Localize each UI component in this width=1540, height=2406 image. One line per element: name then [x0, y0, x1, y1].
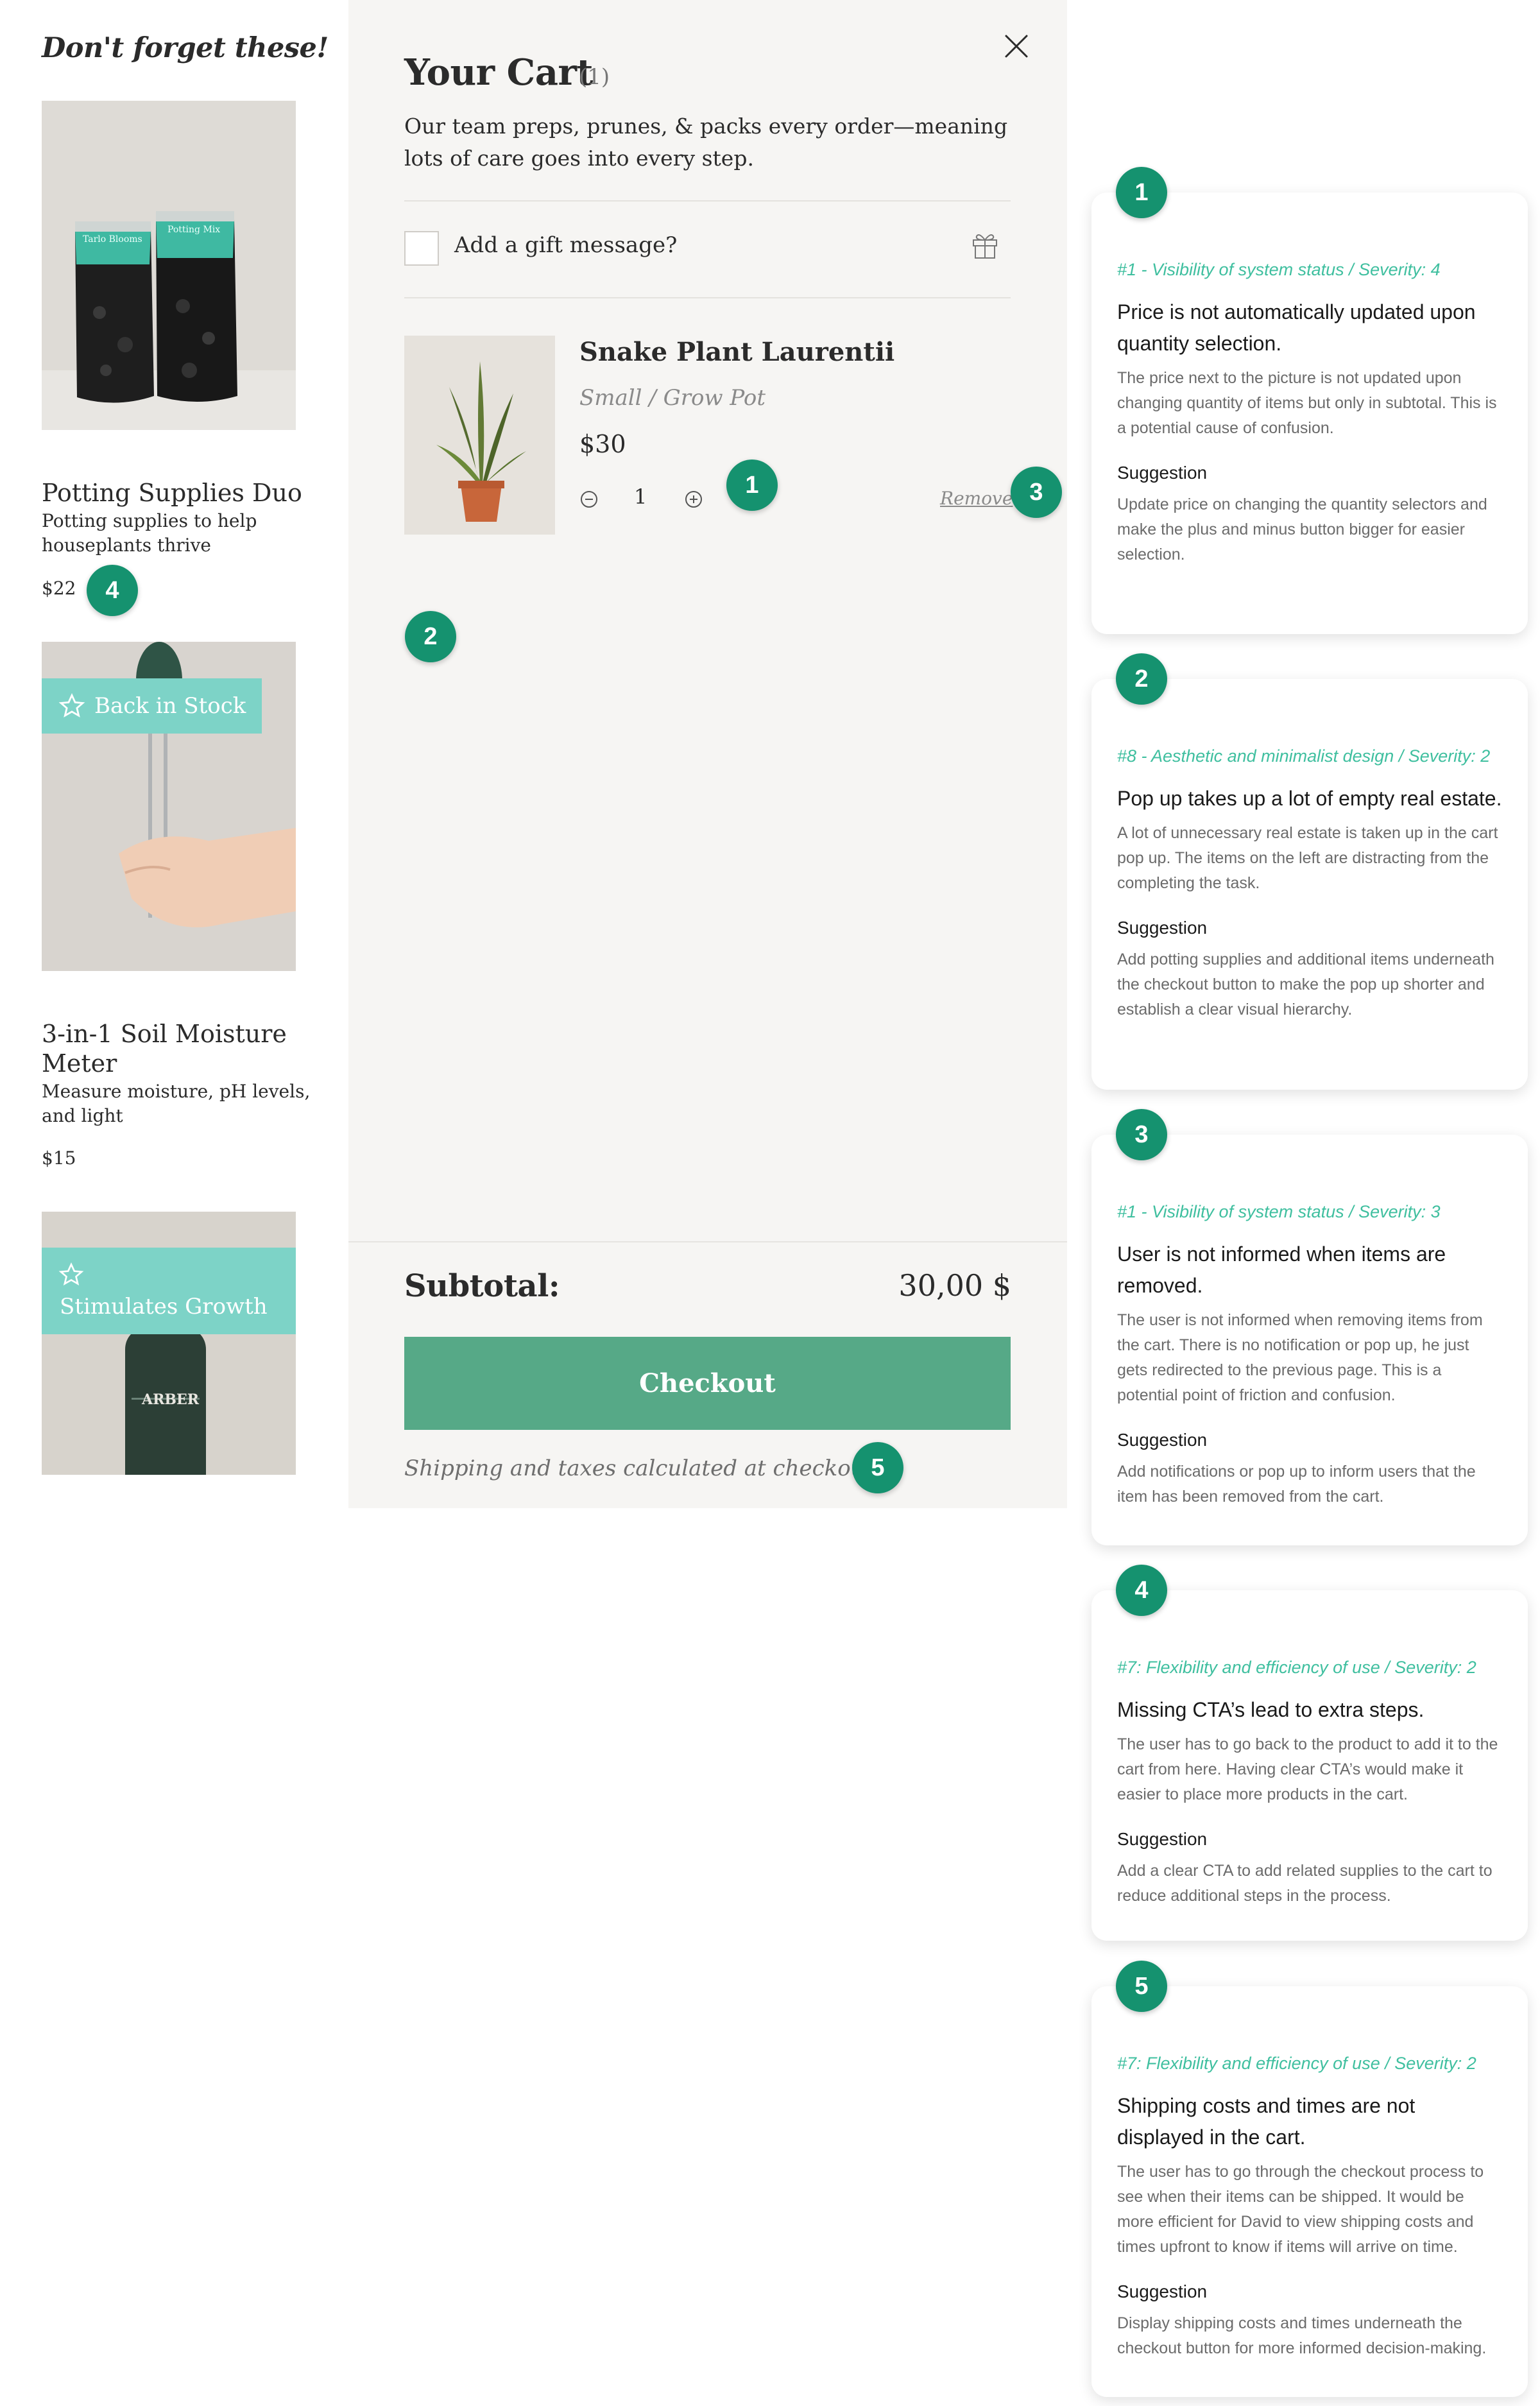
- remove-item-link[interactable]: Remove: [940, 488, 1013, 509]
- card-heuristic: #1 - Visibility of system status / Sever…: [1117, 260, 1441, 279]
- card-suggestion-label: Suggestion: [1117, 1829, 1208, 1849]
- snake-plant-illustration: [404, 336, 555, 535]
- card-marker: 3: [1116, 1109, 1167, 1160]
- back-in-stock-badge: Back in Stock: [42, 678, 262, 734]
- card-body: The user has to go through the checkout …: [1117, 2163, 1484, 2256]
- heuristic-card-3: 3 #1 - Visibility of system status / Sev…: [1091, 1109, 1528, 1545]
- divider: [348, 1241, 1067, 1242]
- product-name[interactable]: 3-in-1 Soil Moisture Meter: [42, 1019, 311, 1078]
- card-heuristic: #8 - Aesthetic and minimalist design / S…: [1117, 746, 1491, 766]
- card-suggestion-label: Suggestion: [1117, 463, 1208, 483]
- gift-message-label[interactable]: Add a gift message?: [454, 232, 677, 258]
- card-marker: 5: [1116, 1961, 1167, 2012]
- marker-5: 5: [852, 1442, 903, 1493]
- card-body: The user is not informed when removing i…: [1117, 1311, 1483, 1404]
- bottle-label: ARBER: [142, 1391, 199, 1408]
- heuristic-card-1: 1 #1 - Visibility of system status / Sev…: [1091, 167, 1528, 634]
- product-name[interactable]: Potting Supplies Duo: [42, 478, 311, 508]
- card-heuristic: #7: Flexibility and efficiency of use / …: [1117, 2054, 1476, 2073]
- bag-label-right: Potting Mix: [167, 225, 221, 235]
- gift-icon: [973, 234, 997, 259]
- card-body: A lot of unnecessary real estate is take…: [1117, 824, 1498, 892]
- badge-label: Stimulates Growth: [60, 1294, 268, 1319]
- potting-supplies-image[interactable]: Tarlo Blooms Potting Mix: [42, 101, 296, 430]
- subtotal-value: 30,00 $: [898, 1268, 1011, 1303]
- heuristic-card-2: 2 #8 - Aesthetic and minimalist design /…: [1091, 653, 1528, 1090]
- card-body: The user has to go back to the product t…: [1117, 1735, 1498, 1803]
- gift-message-checkbox[interactable]: [404, 231, 439, 266]
- subtotal-label: Subtotal:: [404, 1268, 560, 1304]
- card-suggestion: Add notifications or pop up to inform us…: [1117, 1463, 1476, 1506]
- divider: [404, 200, 1011, 202]
- cart-count: (1): [579, 64, 610, 90]
- potting-bags-illustration: [42, 101, 296, 430]
- marker-2: 2: [405, 611, 456, 662]
- card-body: The price next to the picture is not upd…: [1117, 369, 1497, 437]
- cart-item-image[interactable]: [404, 336, 555, 535]
- card-suggestion-label: Suggestion: [1117, 918, 1208, 938]
- card-suggestion: Add potting supplies and additional item…: [1117, 950, 1494, 1018]
- recommendations-sidebar: Don't forget these! Tarlo Blooms Potting…: [0, 0, 348, 1508]
- card-title: Missing CTA’s lead to extra steps.: [1117, 1698, 1425, 1721]
- marker-3: 3: [1011, 467, 1062, 518]
- product-description: Potting supplies to help houseplants thr…: [42, 510, 257, 556]
- card-title: Pop up takes up a lot of empty real esta…: [1117, 787, 1502, 810]
- cart-intro-text: Our team preps, prunes, & packs every or…: [404, 114, 1008, 171]
- card-title: Price is not automatically updated upon …: [1117, 300, 1476, 355]
- recommendations-heading: Don't forget these!: [42, 32, 329, 64]
- card-heuristic: #7: Flexibility and efficiency of use / …: [1117, 1658, 1476, 1677]
- card-suggestion-label: Suggestion: [1117, 2281, 1208, 2301]
- card-suggestion: Update price on changing the quantity se…: [1117, 495, 1487, 563]
- cart-title: Your Cart: [404, 51, 593, 94]
- product-description: Measure moisture, pH levels, and light: [42, 1081, 311, 1126]
- cart-item-variant: Small / Grow Pot: [579, 385, 766, 411]
- quantity-value: 1: [634, 485, 647, 509]
- card-marker: 2: [1116, 653, 1167, 705]
- product-price: $22: [42, 578, 76, 599]
- card-marker: 4: [1116, 1565, 1167, 1616]
- shipping-note: Shipping and taxes calculated at checkou…: [404, 1456, 881, 1481]
- product-price: $15: [42, 1147, 76, 1169]
- checkout-button[interactable]: Checkout: [404, 1337, 1011, 1430]
- cart-item-price: $30: [579, 430, 626, 458]
- stimulates-growth-badge: Stimulates Growth: [42, 1248, 296, 1334]
- minus-circle-icon[interactable]: [579, 490, 599, 509]
- card-marker: 1: [1116, 167, 1167, 218]
- card-suggestion-label: Suggestion: [1117, 1430, 1208, 1450]
- badge-label: Back in Stock: [94, 693, 246, 719]
- close-icon[interactable]: [1001, 31, 1032, 62]
- plus-circle-icon[interactable]: [684, 490, 703, 509]
- heuristic-card-4: 4 #7: Flexibility and efficiency of use …: [1091, 1565, 1528, 1941]
- card-heuristic: #1 - Visibility of system status / Sever…: [1117, 1202, 1441, 1221]
- bag-label-left: Tarlo Blooms: [83, 234, 142, 245]
- card-suggestion: Display shipping costs and times underne…: [1117, 2314, 1487, 2357]
- marker-1: 1: [726, 460, 778, 511]
- star-icon: [58, 1262, 84, 1286]
- star-icon: [58, 693, 85, 718]
- heuristic-card-5: 5 #7: Flexibility and efficiency of use …: [1091, 1961, 1528, 2397]
- marker-4: 4: [87, 565, 138, 616]
- card-title: User is not informed when items are remo…: [1117, 1242, 1446, 1297]
- divider: [404, 297, 1011, 298]
- card-suggestion: Add a clear CTA to add related supplies …: [1117, 1862, 1493, 1905]
- cart-item-name[interactable]: Snake Plant Laurentii: [579, 337, 894, 367]
- card-title: Shipping costs and times are not display…: [1117, 2094, 1416, 2149]
